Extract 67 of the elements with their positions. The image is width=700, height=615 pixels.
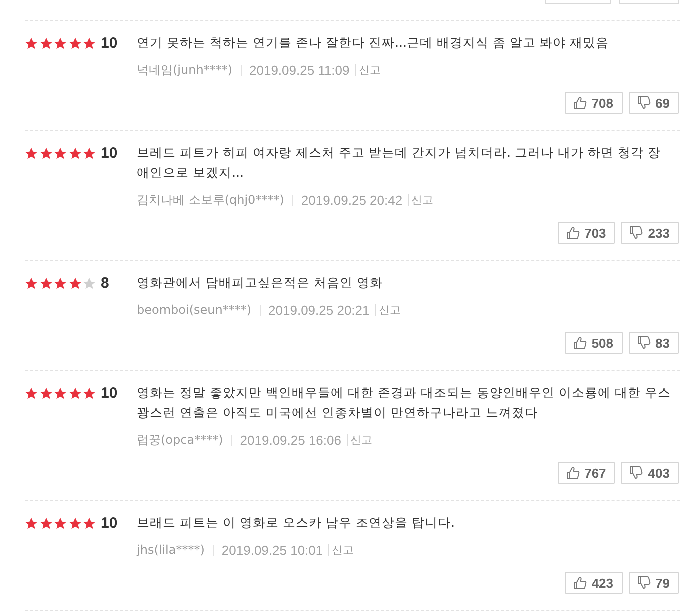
dislike-button[interactable]: 83	[628, 332, 679, 354]
review-text: 연기 못하는 척하는 연기를 존나 잘한다 진짜...근데 배경지식 좀 알고 봐야 재밌음	[137, 34, 610, 52]
review-date: 2019.09.25 10:01	[222, 542, 324, 558]
star-icon	[54, 276, 67, 290]
author-name: jhs(lila****)	[137, 543, 205, 557]
rating-score: 10	[101, 34, 118, 52]
review-date: 2019.09.25 16:06	[240, 432, 342, 448]
star-icon	[25, 386, 38, 400]
star-icon	[40, 386, 52, 400]
star-icon	[83, 146, 96, 160]
thumbs-down-icon	[629, 466, 644, 480]
thumbs-up-icon	[566, 466, 580, 480]
cut-off-button[interactable]	[545, 0, 611, 4]
star-icon	[54, 36, 67, 50]
cut-off-button[interactable]	[619, 0, 679, 4]
thumbs-up-icon	[566, 226, 580, 240]
rating-score: 10	[101, 384, 118, 402]
review-text: 영화관에서 담배피고싶은적은 처음인 영화	[137, 274, 384, 292]
star-icon	[54, 516, 67, 530]
star-icon	[54, 146, 67, 160]
star-icon	[25, 146, 38, 160]
star-icon	[40, 146, 52, 160]
rating-score: 10	[101, 144, 118, 162]
dislike-button[interactable]: 403	[621, 462, 679, 484]
like-button[interactable]: 423	[564, 572, 623, 594]
author-name: 럽꿍(opca****)	[137, 432, 224, 448]
star-icon	[25, 516, 38, 530]
like-button[interactable]: 767	[558, 462, 616, 484]
star-icon	[68, 276, 82, 290]
thumbs-down-icon	[636, 576, 651, 590]
star-icon	[40, 516, 52, 530]
rating-score: 10	[101, 514, 118, 532]
thumbs-down-icon	[636, 336, 651, 350]
author-name: 넉네임(junh****)	[137, 62, 233, 78]
review-text: 영화는 정말 좋았지만 백인배우들에 대한 존경과 대조되는 동양인배우인 이소룡에 대한 우스꽝스런 연출은 아직도 미국에선 인종차별이 만연하구나라고 느껴졌다	[137, 384, 672, 422]
star-icon	[40, 36, 52, 50]
thumbs-up-icon	[572, 336, 587, 350]
thumbs-up-icon	[572, 96, 587, 110]
review-text: 브래드 피트는 이 영화로 오스카 남우 조연상을 탑니다.	[137, 514, 456, 532]
review-date: 2019.09.25 20:21	[268, 302, 370, 318]
like-button[interactable]: 703	[558, 222, 616, 244]
thumbs-up-icon	[572, 576, 587, 590]
star-icon	[54, 386, 67, 400]
star-icon	[83, 516, 96, 530]
star-icon	[68, 386, 82, 400]
review-text: 브레드 피트가 히피 여자랑 제스처 주고 받는데 간지가 넘치더라. 그러나 내가 하면 청각 장애인으로 보겠지...	[137, 144, 662, 182]
star-icon	[83, 386, 96, 400]
author-name: 김치나베 소보루(qhj0****)	[137, 192, 284, 208]
star-icon	[68, 36, 82, 50]
star-icon	[83, 36, 96, 50]
star-icon	[68, 146, 82, 160]
dislike-button[interactable]: 79	[628, 572, 679, 594]
rating-score: 8	[101, 274, 110, 292]
review-date: 2019.09.25 20:42	[301, 192, 403, 208]
like-button[interactable]: 508	[564, 332, 623, 354]
like-button[interactable]: 708	[564, 92, 623, 114]
star-icon	[25, 276, 38, 290]
star-icon	[83, 276, 96, 290]
dislike-button[interactable]: 233	[621, 222, 679, 244]
star-icon	[40, 276, 52, 290]
thumbs-down-icon	[636, 96, 651, 110]
thumbs-down-icon	[629, 226, 644, 240]
star-icon	[68, 516, 82, 530]
review-date: 2019.09.25 11:09	[250, 62, 350, 78]
author-name: beomboi(seun****)	[137, 303, 252, 317]
dislike-button[interactable]: 69	[628, 92, 679, 114]
star-icon	[25, 36, 38, 50]
